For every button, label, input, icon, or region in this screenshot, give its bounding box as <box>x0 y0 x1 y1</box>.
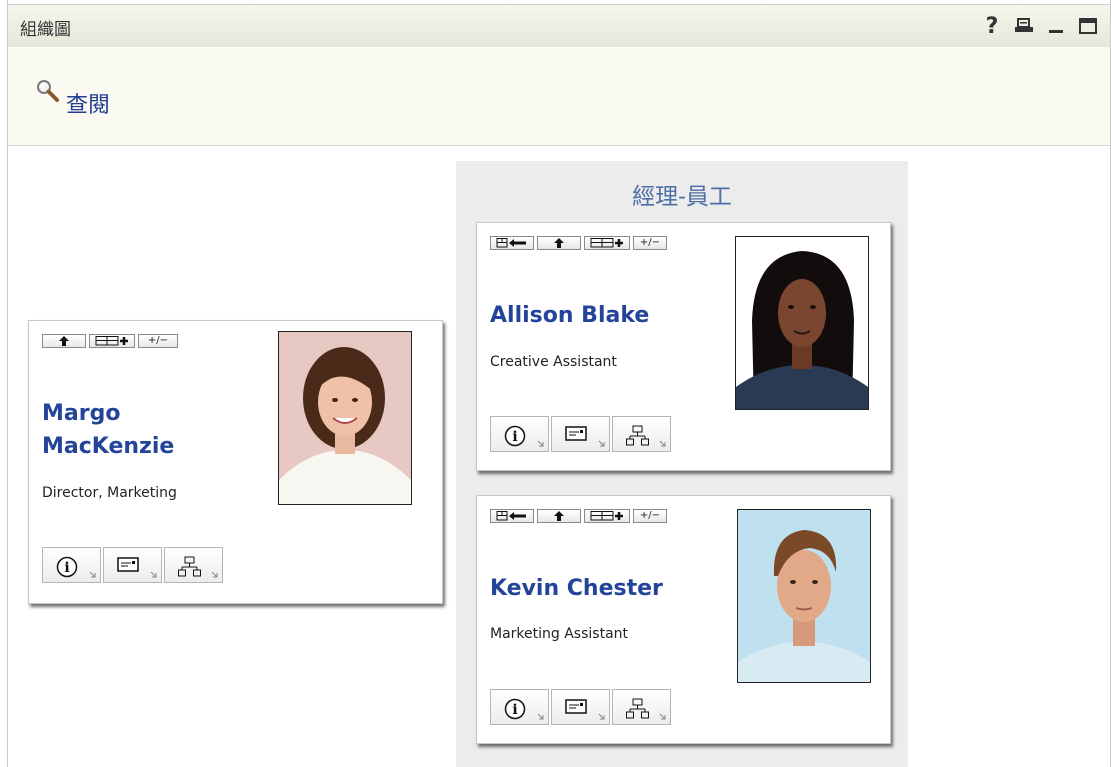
card-controls: +/− <box>490 509 667 523</box>
up-arrow-icon <box>554 511 564 521</box>
portlet-title-bar: 組織圖 ? <box>8 4 1110 48</box>
info-icon: i <box>504 698 526 720</box>
portrait-photo <box>738 510 870 682</box>
reparent-icon <box>496 238 526 248</box>
email-button[interactable] <box>551 689 610 725</box>
add-reports-button[interactable] <box>89 334 135 348</box>
menu-arrow-icon <box>537 713 544 720</box>
expand-collapse-label: +/− <box>639 510 661 521</box>
person-title: Director, Marketing <box>42 485 177 501</box>
add-reports-button[interactable] <box>584 236 630 250</box>
reparent-button[interactable] <box>490 236 534 250</box>
show-manager-button[interactable] <box>537 236 581 250</box>
card-controls: +/− <box>42 334 178 348</box>
org-chart-icon <box>626 698 649 719</box>
org-chart-icon <box>626 425 649 446</box>
email-icon <box>565 699 587 714</box>
menu-arrow-icon <box>659 713 666 720</box>
menu-arrow-icon <box>598 713 605 720</box>
org-chart-portlet: 組織圖 ? 查閱 +/− Margo MacKenzie Director, M… <box>7 0 1111 767</box>
org-chart-button[interactable] <box>612 689 671 725</box>
lookup-label: 查閱 <box>66 93 111 118</box>
show-manager-button[interactable] <box>537 509 581 523</box>
info-button[interactable]: i <box>490 416 549 452</box>
expand-collapse-label: +/− <box>147 335 169 346</box>
info-button[interactable]: i <box>490 689 549 725</box>
add-reports-button[interactable] <box>584 509 630 523</box>
person-title: Creative Assistant <box>490 354 617 370</box>
reparent-button[interactable] <box>490 509 534 523</box>
relationship-title: 經理-員工 <box>632 184 732 210</box>
org-add-icon <box>590 511 623 521</box>
portrait-photo <box>279 332 411 504</box>
minimize-button[interactable] <box>1040 11 1072 41</box>
card-actions: i <box>490 416 671 452</box>
maximize-button[interactable] <box>1072 11 1104 41</box>
menu-arrow-icon <box>89 571 96 578</box>
person-name[interactable]: Allison Blake <box>490 299 649 332</box>
title-bar-tools: ? <box>976 11 1104 41</box>
expand-collapse-label: +/− <box>639 237 661 248</box>
person-photo <box>737 509 871 683</box>
org-chart-button[interactable] <box>164 547 223 583</box>
info-icon: i <box>56 556 78 578</box>
reparent-icon <box>496 511 526 521</box>
person-name[interactable]: Kevin Chester <box>490 572 663 605</box>
minimize-icon <box>1049 30 1063 33</box>
up-arrow-icon <box>554 238 564 248</box>
expand-collapse-button[interactable]: +/− <box>633 236 667 250</box>
org-chart-icon <box>178 556 201 577</box>
menu-arrow-icon <box>598 440 605 447</box>
menu-arrow-icon <box>659 440 666 447</box>
expand-collapse-button[interactable]: +/− <box>633 509 667 523</box>
lookup-toolbar: 查閱 <box>8 47 1110 146</box>
print-button[interactable] <box>1008 11 1040 41</box>
portlet-title: 組織圖 <box>20 20 71 40</box>
org-chart-button[interactable] <box>612 416 671 452</box>
svg-text:i: i <box>64 560 69 576</box>
email-icon <box>565 426 587 441</box>
print-icon <box>1015 18 1033 32</box>
org-add-icon <box>95 336 128 346</box>
magnifier-icon <box>37 80 59 102</box>
help-icon: ? <box>985 13 999 39</box>
show-manager-button[interactable] <box>42 334 86 348</box>
maximize-icon <box>1079 18 1097 34</box>
person-card-root: +/− Margo MacKenzie Director, Marketing … <box>28 320 443 604</box>
person-photo <box>278 331 412 505</box>
info-button[interactable]: i <box>42 547 101 583</box>
portrait-photo <box>736 237 868 409</box>
expand-collapse-button[interactable]: +/− <box>138 334 178 348</box>
card-actions: i <box>42 547 223 583</box>
card-actions: i <box>490 689 671 725</box>
svg-text:i: i <box>512 429 517 445</box>
person-name[interactable]: Margo MacKenzie <box>42 397 212 463</box>
help-button[interactable]: ? <box>976 11 1008 41</box>
svg-text:i: i <box>512 702 517 718</box>
up-arrow-icon <box>59 336 69 346</box>
person-card-report: +/− Kevin Chester Marketing Assistant i <box>476 495 891 744</box>
info-icon: i <box>504 425 526 447</box>
menu-arrow-icon <box>150 571 157 578</box>
lookup-button[interactable]: 查閱 <box>36 79 110 119</box>
menu-arrow-icon <box>537 440 544 447</box>
email-button[interactable] <box>103 547 162 583</box>
person-title: Marketing Assistant <box>490 626 629 642</box>
email-button[interactable] <box>551 416 610 452</box>
email-icon <box>117 557 139 572</box>
person-photo <box>735 236 869 410</box>
card-controls: +/− <box>490 236 667 250</box>
org-add-icon <box>590 238 623 248</box>
menu-arrow-icon <box>211 571 218 578</box>
person-card-report: +/− Allison Blake Creative Assistant i <box>476 222 891 471</box>
